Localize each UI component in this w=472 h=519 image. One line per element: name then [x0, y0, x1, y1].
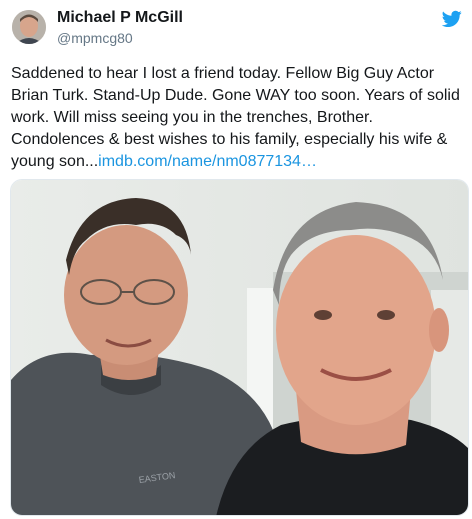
selfie-image: EASTON — [11, 180, 468, 515]
tweet-link[interactable]: imdb.com/name/nm0877134… — [98, 153, 317, 170]
author-name[interactable]: Michael P McGill — [57, 9, 183, 27]
twitter-bird-icon[interactable] — [442, 10, 462, 28]
tweet-text: Saddened to hear I lost a friend today. … — [11, 63, 463, 173]
tweet-header: Michael P McGill @mpmcg80 — [10, 8, 462, 48]
tweet-photo[interactable]: EASTON — [10, 179, 469, 516]
author-handle[interactable]: @mpmcg80 — [57, 30, 133, 46]
avatar[interactable] — [12, 10, 46, 44]
tweet-card: Michael P McGill @mpmcg80 Saddened to he… — [0, 0, 472, 519]
avatar-image — [12, 10, 46, 44]
